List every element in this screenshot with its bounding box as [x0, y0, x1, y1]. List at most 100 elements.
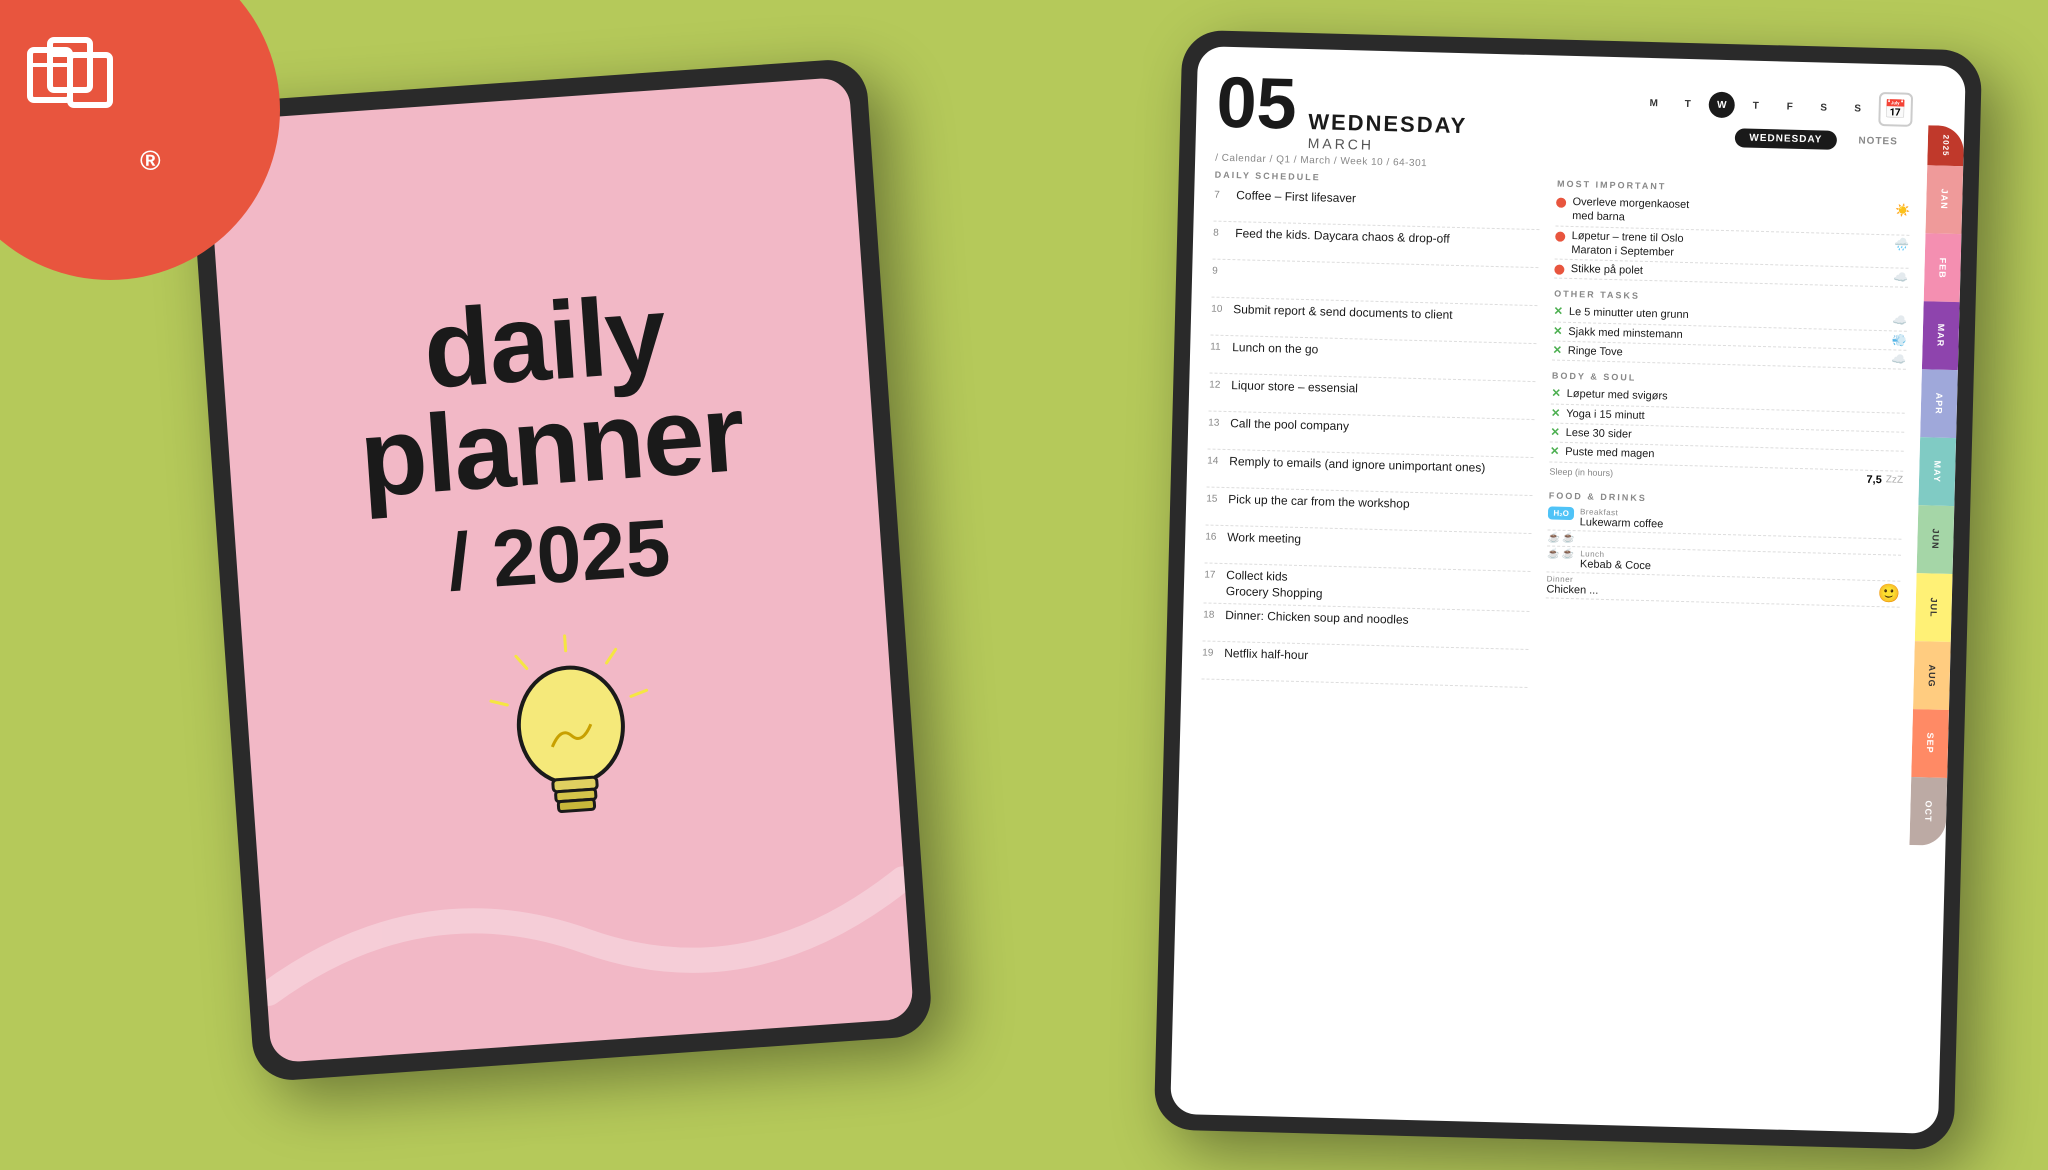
schedule-text-12: Liquor store – essensial — [1231, 378, 1358, 397]
tab-oct[interactable]: OCT — [1909, 777, 1947, 846]
time-16: 16 — [1205, 529, 1227, 543]
task-x-2: ✕ — [1553, 324, 1563, 337]
cup-1: ☕ — [1548, 532, 1561, 543]
time-15: 15 — [1206, 492, 1228, 506]
most-important-section: MOST IMPORTANT Overleve morgenkaosetmed … — [1555, 179, 1911, 289]
sleep-value: 7,5 — [1866, 473, 1882, 485]
tab-may[interactable]: MAY — [1918, 437, 1956, 506]
calendar-icon[interactable]: 📅 — [1878, 92, 1913, 127]
weekday-M[interactable]: M — [1640, 90, 1667, 117]
logo-icon — [20, 30, 140, 140]
weather-cloud-3: ☁️ — [1891, 352, 1906, 366]
weekday-T[interactable]: T — [1674, 91, 1701, 118]
task-dot-1 — [1556, 198, 1566, 208]
body-x-2: ✕ — [1551, 406, 1561, 419]
tab-jul[interactable]: JUL — [1915, 573, 1953, 642]
time-12: 12 — [1209, 378, 1231, 392]
weather-rain: 🌧️ — [1894, 237, 1909, 251]
sleep-zzz: ZzZ — [1886, 474, 1904, 485]
body-text-4: Puste med magen — [1565, 445, 1655, 462]
tab-aug[interactable]: AUG — [1913, 641, 1951, 710]
schedule-text-15: Pick up the car from the workshop — [1228, 492, 1410, 512]
tab-jun[interactable]: JUN — [1917, 505, 1955, 574]
schedule-row-19: 19 Netflix half-hour — [1202, 642, 1529, 689]
time-8: 8 — [1213, 226, 1235, 240]
time-14: 14 — [1207, 454, 1229, 468]
tablet-left: daily planner / 2025 — [187, 57, 934, 1082]
tab-wednesday[interactable]: WEDNESDAY — [1735, 128, 1837, 150]
body-x-3: ✕ — [1550, 425, 1560, 438]
other-tasks-section: OTHER TASKS ✕ Le 5 minutter uten grunn ☁… — [1552, 289, 1907, 370]
tab-jan[interactable]: JAN — [1925, 165, 1963, 234]
schedule-text-7: Coffee – First lifesaver — [1236, 188, 1356, 207]
body-x-4: ✕ — [1550, 445, 1560, 458]
task-x-1: ✕ — [1554, 305, 1564, 318]
time-17: 17 — [1204, 567, 1226, 581]
tablet-left-screen: daily planner / 2025 — [206, 77, 914, 1064]
weather-sun: ☀️ — [1895, 203, 1910, 217]
body-soul-section: BODY & SOUL ✕ Løpetur med svigørs ✕ Yoga… — [1549, 371, 1905, 489]
task-dot-2 — [1556, 231, 1566, 241]
schedule-text-18: Dinner: Chicken soup and noodles — [1225, 608, 1409, 628]
task-text-3: Stikke på polet — [1571, 262, 1644, 278]
left-column: DAILY SCHEDULE 7 Coffee – First lifesave… — [1191, 170, 1541, 1086]
time-7: 7 — [1214, 188, 1236, 202]
time-18: 18 — [1203, 608, 1225, 622]
day-number: 05 — [1216, 67, 1298, 141]
weekday-S2[interactable]: S — [1844, 95, 1871, 122]
lunch-cup-1: ☕ — [1547, 548, 1560, 559]
body-text-2: Yoga i 15 minutt — [1566, 407, 1645, 423]
weather-wind: 💨 — [1892, 333, 1907, 347]
task-dot-3 — [1555, 265, 1565, 275]
time-9: 9 — [1212, 264, 1234, 278]
date-block: 05 WEDNESDAY MARCH — [1215, 67, 1468, 156]
weather-cloud-2: ☁️ — [1892, 314, 1907, 328]
weekday-S[interactable]: S — [1810, 94, 1837, 121]
right-column: MOST IMPORTANT Overleve morgenkaosetmed … — [1533, 179, 1910, 1096]
time-13: 13 — [1208, 416, 1230, 430]
body-text-1: Løpetur med svigørs — [1567, 387, 1668, 404]
schedule-text-17: Collect kidsGrocery Shopping — [1226, 568, 1324, 602]
tab-feb[interactable]: FEB — [1924, 233, 1962, 302]
week-nav: M T W T F S S 📅 — [1640, 86, 1913, 127]
other-task-text-2: Sjakk med minstemann — [1568, 325, 1683, 342]
weekday-F[interactable]: F — [1776, 93, 1803, 120]
smiley-icon: 🙂 — [1877, 583, 1900, 605]
body-x-1: ✕ — [1551, 387, 1561, 400]
tab-notes[interactable]: NOTES — [1844, 131, 1912, 152]
lunch-cup-2: ☕ — [1562, 548, 1575, 559]
two-col-layout: DAILY SCHEDULE 7 Coffee – First lifesave… — [1191, 170, 1911, 1096]
schedule-text-8: Feed the kids. Daycara chaos & drop-off — [1235, 226, 1450, 247]
lunch-cups: ☕ ☕ — [1547, 548, 1574, 560]
other-task-text-1: Le 5 minutter uten grunn — [1569, 305, 1689, 322]
other-task-text-3: Ringe Tove — [1568, 344, 1623, 360]
schedule-text-13: Call the pool company — [1230, 416, 1349, 435]
schedule-text-14: Remply to emails (and ignore unimportant… — [1229, 454, 1485, 476]
time-19: 19 — [1202, 646, 1224, 660]
planner-year: / 2025 — [445, 501, 673, 608]
registered-mark: ® — [140, 145, 161, 177]
schedule-text-19: Netflix half-hour — [1224, 646, 1308, 664]
tab-mar[interactable]: MAR — [1922, 301, 1960, 370]
weekday-T2[interactable]: T — [1742, 92, 1769, 119]
time-10: 10 — [1211, 302, 1233, 316]
planner-content: 05 WEDNESDAY MARCH M T W T F S S — [1170, 46, 1930, 1133]
task-text-2: Løpetur – trene til OsloMaraton i Septem… — [1571, 229, 1684, 261]
weekday-W-active[interactable]: W — [1708, 92, 1735, 119]
h2o-badge: H₂O — [1548, 506, 1574, 520]
tab-apr[interactable]: APR — [1920, 369, 1958, 438]
task-x-3: ✕ — [1553, 344, 1563, 357]
cup-2: ☕ — [1562, 532, 1575, 543]
weather-cloud: ☁️ — [1893, 271, 1908, 285]
tab-sep[interactable]: SEP — [1911, 709, 1949, 778]
schedule-text-11: Lunch on the go — [1232, 340, 1318, 358]
planner-title: daily planner — [349, 277, 746, 512]
task-text-1: Overleve morgenkaosetmed barna — [1572, 195, 1689, 227]
sleep-label: Sleep (in hours) — [1549, 466, 1613, 478]
tab-2025[interactable]: 2025 — [1927, 125, 1964, 166]
body-text-3: Lese 30 sider — [1566, 426, 1632, 442]
tablet-right-screen: 2025 JAN FEB MAR APR MAY JUN JUL AUG SEP… — [1170, 46, 1966, 1134]
day-name-block: WEDNESDAY MARCH — [1307, 109, 1467, 155]
schedule-text-16: Work meeting — [1227, 530, 1301, 548]
dinner-content: Dinner Chicken ... — [1546, 574, 1872, 604]
